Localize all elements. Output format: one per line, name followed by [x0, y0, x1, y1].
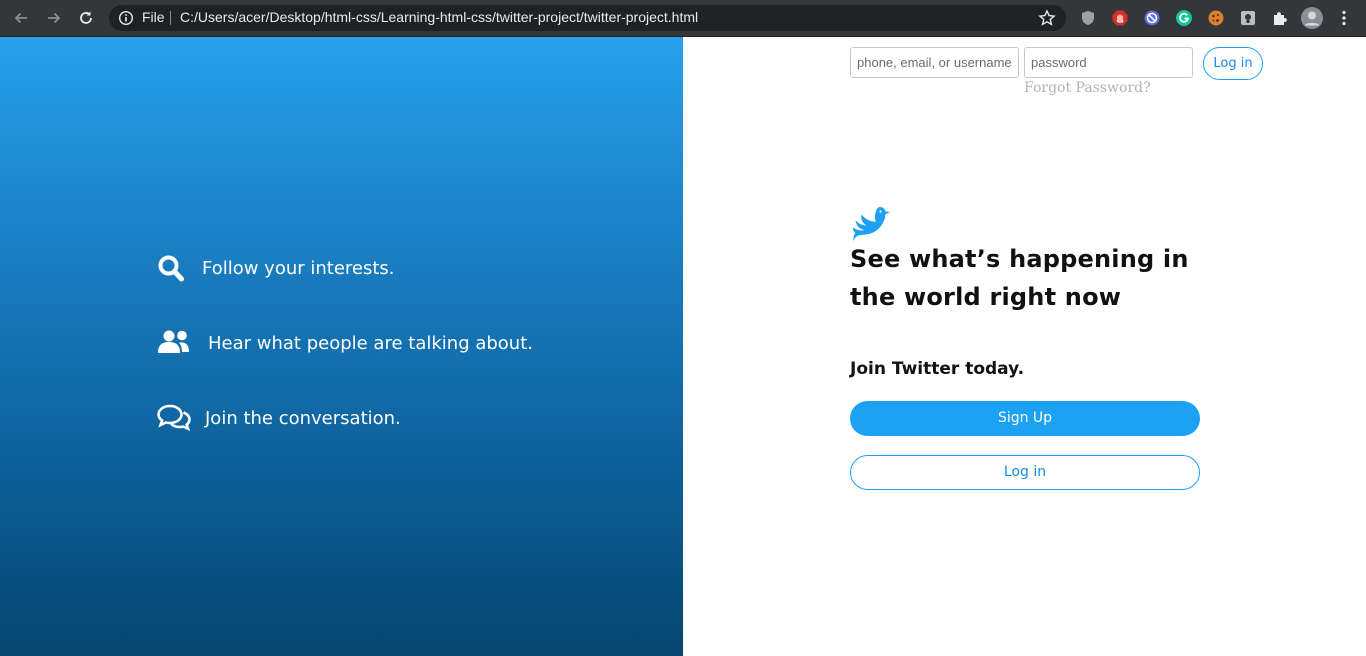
header-login-button[interactable]: Log in — [1203, 47, 1263, 80]
reload-icon[interactable] — [74, 7, 98, 29]
feature-hear-people: Hear what people are talking about. — [157, 329, 533, 357]
left-hero-panel: Follow your interests. Hear what people … — [0, 37, 683, 656]
twitter-bird-icon — [849, 201, 891, 243]
cookie-extension-icon[interactable] — [1207, 9, 1225, 27]
omnibox-divider — [170, 11, 171, 25]
sign-up-button[interactable]: Sign Up — [850, 401, 1200, 436]
bulb-extension-icon[interactable] — [1239, 9, 1257, 27]
search-icon — [157, 254, 189, 282]
file-label: File — [142, 9, 165, 25]
log-in-button[interactable]: Log in — [850, 455, 1200, 490]
kebab-menu-icon[interactable] — [1335, 9, 1353, 27]
forgot-password-link[interactable]: Forgot Password? — [1024, 80, 1151, 96]
blocker-extension-icon[interactable] — [1143, 9, 1161, 27]
password-field[interactable] — [1024, 47, 1193, 78]
username-field[interactable] — [850, 47, 1019, 78]
address-bar[interactable]: File C:/Users/acer/Desktop/html-css/Lear… — [109, 5, 1066, 31]
bookmark-star-icon[interactable] — [1038, 9, 1056, 27]
comments-icon — [157, 404, 192, 432]
page-headline: See what’s happening in the world right … — [850, 245, 1189, 311]
shield-extension-icon[interactable] — [1079, 9, 1097, 27]
feature-text: Join the conversation. — [205, 407, 401, 429]
join-heading: Join Twitter today. — [850, 359, 1025, 379]
info-icon[interactable] — [118, 10, 134, 26]
browser-toolbar: File C:/Users/acer/Desktop/html-css/Lear… — [0, 0, 1366, 37]
forward-icon[interactable] — [42, 7, 66, 29]
feature-join-conversation: Join the conversation. — [157, 404, 401, 432]
url-text[interactable]: C:/Users/acer/Desktop/html-css/Learning-… — [180, 9, 698, 25]
back-icon[interactable] — [9, 7, 33, 29]
puzzle-extensions-icon[interactable] — [1271, 9, 1289, 27]
profile-avatar[interactable] — [1301, 7, 1323, 29]
users-icon — [157, 329, 195, 357]
feature-follow-interests: Follow your interests. — [157, 254, 395, 282]
feature-text: Hear what people are talking about. — [208, 332, 533, 354]
stop-hand-extension-icon[interactable] — [1111, 9, 1129, 27]
grammarly-extension-icon[interactable] — [1175, 9, 1193, 27]
feature-text: Follow your interests. — [202, 257, 395, 279]
